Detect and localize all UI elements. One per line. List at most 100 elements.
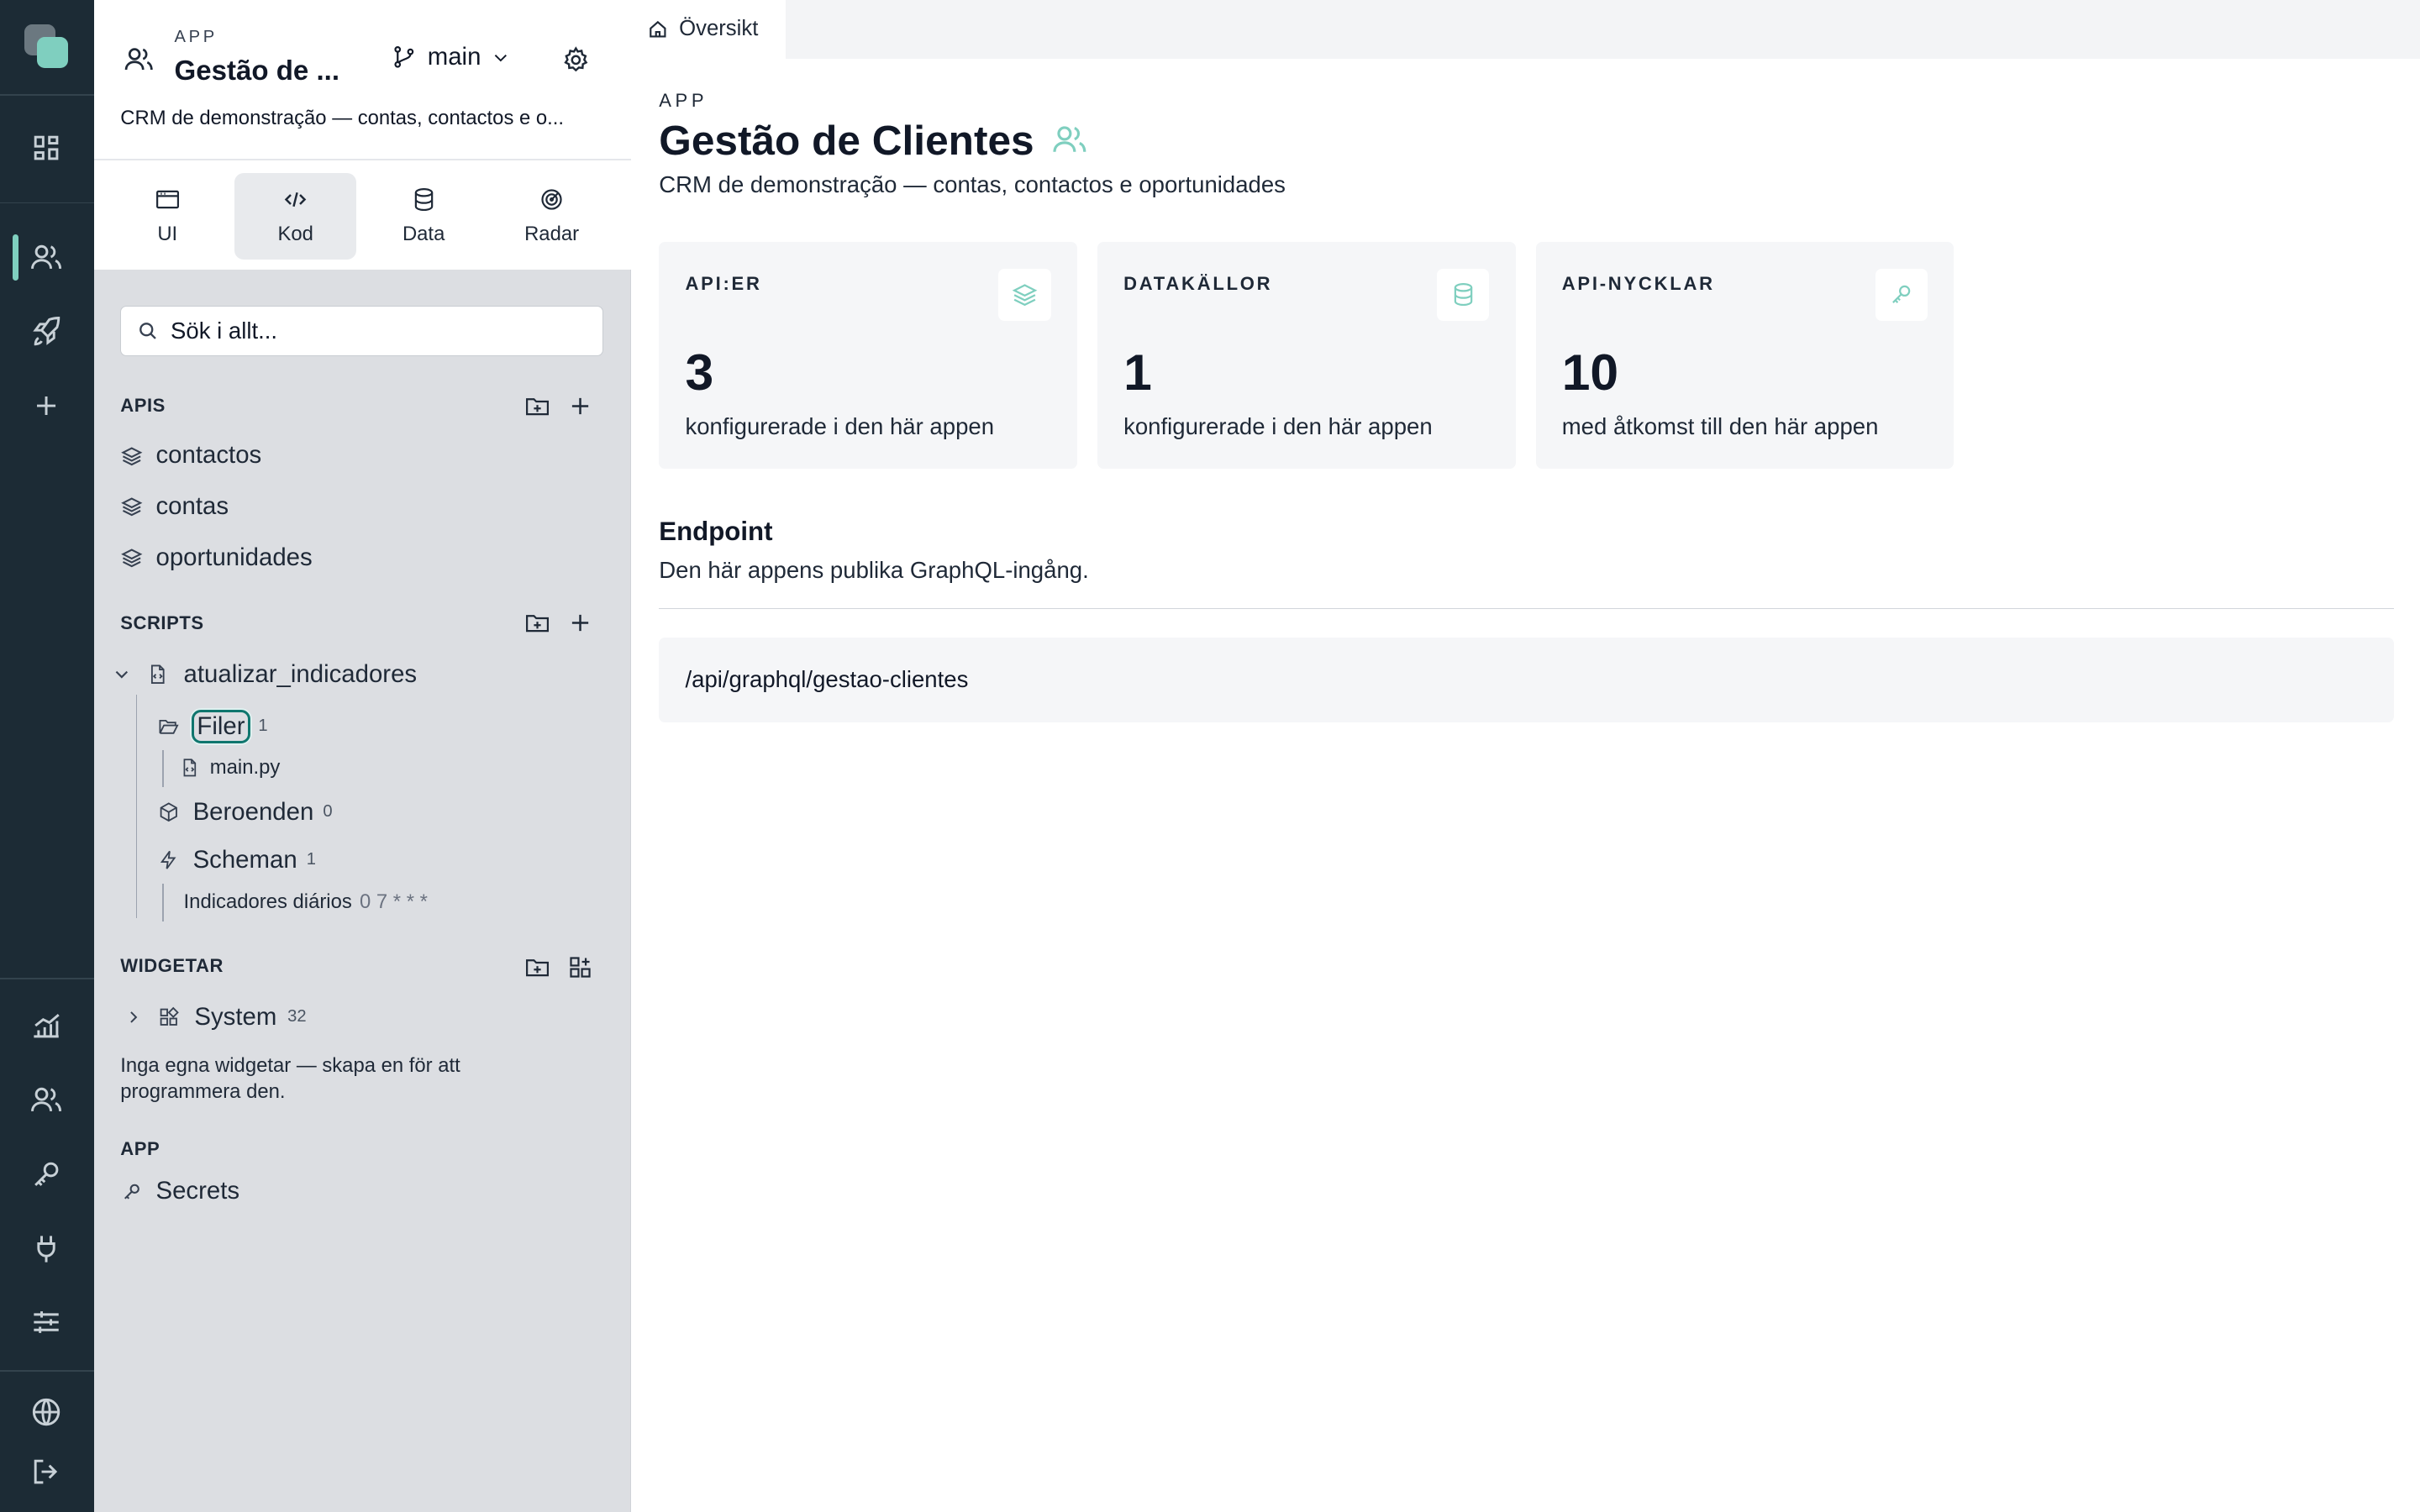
tab-label: Radar <box>524 223 580 246</box>
search-input[interactable] <box>171 317 572 344</box>
globe-icon[interactable] <box>28 1394 65 1431</box>
scripts-actions <box>523 609 594 637</box>
header-divider <box>94 159 632 160</box>
page-title-text: Gestão de Clientes <box>659 116 1034 164</box>
page-description: CRM de demonstração — contas, contactos … <box>659 171 1286 197</box>
main-panel: Översikt APP Gestão de Clientes CRM de d… <box>631 0 2420 1512</box>
files-label[interactable]: Filer <box>191 709 251 743</box>
endpoint-description: Den här appens publika GraphQL-ingång. <box>659 557 1089 584</box>
schedules-count: 1 <box>306 850 316 869</box>
app-description: CRM de demonstração — contas, contactos … <box>120 106 565 129</box>
system-count: 32 <box>287 1007 307 1026</box>
schedules-label: Scheman <box>192 845 297 874</box>
rail-active-indicator <box>12 234 19 281</box>
dependencies-label: Beroenden <box>192 797 314 826</box>
search-icon <box>139 323 156 339</box>
folder-open-icon <box>159 720 179 734</box>
users-icon <box>122 43 155 76</box>
apis-actions <box>523 392 594 420</box>
sidebar-header: APP Gestão de ... main CRM de demonstraç… <box>94 0 632 270</box>
tree-line <box>135 694 138 918</box>
system-widgets[interactable]: System 32 <box>124 1003 307 1032</box>
endpoint-path[interactable]: /api/graphql/gestao-clientes <box>659 637 2394 722</box>
tab-data[interactable]: Data <box>363 173 485 260</box>
stat-label: API:ER <box>685 273 762 295</box>
key-icon[interactable] <box>28 1156 65 1193</box>
tab-overview[interactable]: Översikt <box>631 0 786 59</box>
dependencies-item[interactable]: Beroenden 0 <box>157 797 333 827</box>
stat-label: DATAKÄLLOR <box>1123 273 1273 295</box>
code-file-icon <box>183 759 197 777</box>
section-title-widgets: WIDGETAR <box>120 954 224 976</box>
gear-icon[interactable] <box>560 45 592 76</box>
schedule-entry[interactable]: Indicadores diários 0 7 * * * <box>184 890 428 914</box>
stat-card-datasources: DATAKÄLLOR 1 konfigurerade i den här app… <box>1097 242 1516 470</box>
script-item[interactable]: atualizar_indicadores <box>111 660 417 689</box>
layers-icon <box>121 497 143 517</box>
schedules-item[interactable]: Scheman 1 <box>157 846 316 874</box>
schedule-name: Indicadores diários <box>183 890 352 913</box>
files-count: 1 <box>258 717 268 736</box>
add-widget-icon[interactable] <box>566 953 594 981</box>
code-icon <box>284 192 307 207</box>
branch-selector[interactable]: main <box>391 43 512 71</box>
home-icon <box>649 20 666 38</box>
rocket-icon[interactable] <box>28 313 65 350</box>
layers-icon <box>121 446 143 465</box>
chart-icon[interactable] <box>28 1007 65 1044</box>
stat-label: API-NYCKLAR <box>1561 273 1715 295</box>
stat-card-api-keys: API-NYCKLAR 10 med åtkomst till den här … <box>1535 242 1954 470</box>
tab-ui[interactable]: UI <box>107 173 229 260</box>
tab-label: Kod <box>277 223 313 246</box>
rail-divider <box>0 1369 95 1372</box>
rail-divider <box>0 202 95 204</box>
team-icon[interactable] <box>28 1082 65 1119</box>
api-item[interactable]: contas <box>120 492 229 521</box>
api-label: contas <box>155 491 229 520</box>
branch-name: main <box>427 43 481 71</box>
users-icon[interactable] <box>28 239 65 276</box>
document-tabbar: Översikt <box>631 0 2420 59</box>
chevron-right-icon <box>130 1011 138 1023</box>
file-label: main.py <box>209 755 281 779</box>
tab-kod[interactable]: Kod <box>234 172 357 260</box>
new-folder-icon[interactable] <box>523 609 551 637</box>
plug-icon[interactable] <box>28 1230 65 1267</box>
file-item[interactable]: main.py <box>179 756 280 780</box>
script-file-icon <box>151 664 166 685</box>
chevron-down-icon <box>495 54 508 61</box>
layers-icon <box>998 268 1051 322</box>
dashboard-icon[interactable] <box>28 129 65 166</box>
endpoint-divider <box>659 607 2394 610</box>
sidebar: APP Gestão de ... main CRM de demonstraç… <box>94 0 632 1512</box>
add-icon[interactable] <box>566 392 594 420</box>
page-title: Gestão de Clientes <box>659 116 1089 165</box>
tree-line <box>161 749 164 787</box>
api-item[interactable]: oportunidades <box>120 543 313 572</box>
plus-icon[interactable] <box>28 387 65 424</box>
search-box[interactable] <box>120 305 604 357</box>
package-icon <box>160 802 178 822</box>
new-folder-icon[interactable] <box>523 392 551 420</box>
stat-subtitle: konfigurerade i den här appen <box>685 413 995 440</box>
sliders-icon[interactable] <box>28 1304 65 1341</box>
rail-divider <box>0 978 95 980</box>
sidebar-tabs: UI Kod Data Radar <box>107 172 619 260</box>
nav-rail <box>0 0 95 1512</box>
logout-icon[interactable] <box>28 1453 65 1490</box>
endpoint-title: Endpoint <box>659 517 773 547</box>
key-icon <box>124 1184 140 1200</box>
tab-label: Data <box>402 223 445 246</box>
files-folder[interactable]: Filer 1 <box>157 709 268 743</box>
secrets-item[interactable]: Secrets <box>120 1177 239 1205</box>
tab-radar[interactable]: Radar <box>491 173 613 260</box>
stat-subtitle: konfigurerade i den här appen <box>1123 413 1433 440</box>
api-item[interactable]: contactos <box>120 441 261 470</box>
system-label: System <box>194 1002 277 1031</box>
key-icon <box>1875 268 1928 322</box>
brand-logo[interactable] <box>24 24 71 71</box>
add-icon[interactable] <box>566 609 594 637</box>
tab-label: UI <box>157 223 178 246</box>
rail-divider <box>0 94 95 96</box>
new-folder-icon[interactable] <box>523 953 551 981</box>
